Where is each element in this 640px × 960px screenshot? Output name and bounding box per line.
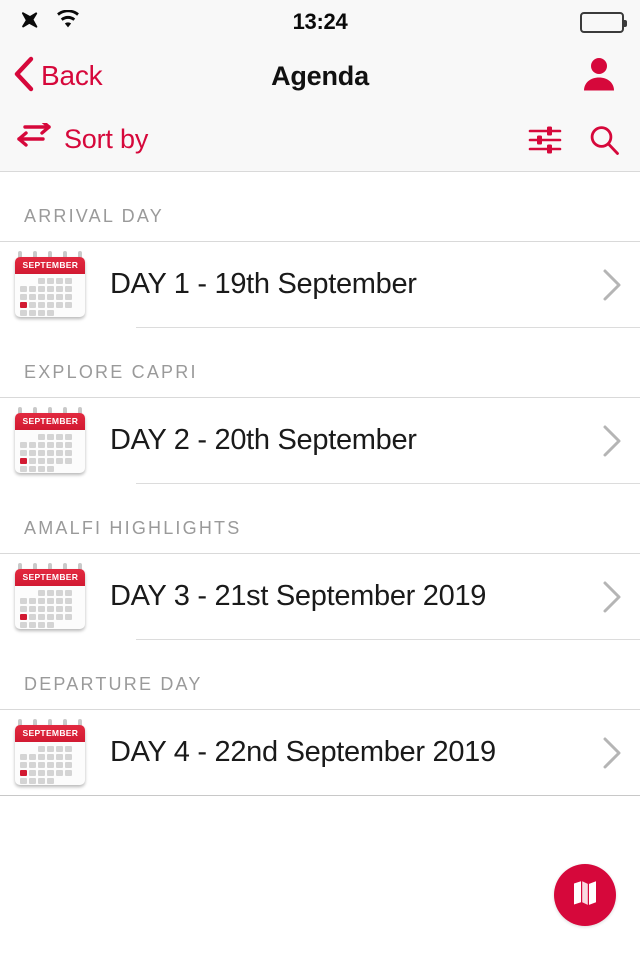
calendar-body: SEPTEMBER <box>15 412 85 473</box>
list-item[interactable]: SEPTEMBER DAY 1 - 19th September <box>0 241 640 327</box>
calendar-grid <box>15 742 85 785</box>
search-icon[interactable] <box>588 124 620 156</box>
calendar-grid <box>15 274 85 317</box>
navigation-bar: Back Agenda <box>0 44 640 108</box>
agenda-section: ARRIVAL DAY SEPTEMBER DAY 1 - 19th Septe… <box>0 172 640 328</box>
agenda-section: AMALFI HIGHLIGHTS SEPTEMBER DAY 3 - 21st… <box>0 484 640 640</box>
list-item-title: DAY 2 - 20th September <box>110 424 417 456</box>
calendar-header: SEPTEMBER <box>15 412 85 430</box>
back-button[interactable]: Back <box>0 56 103 97</box>
sort-by-button[interactable]: Sort by <box>0 119 149 156</box>
chevron-right-icon <box>584 580 640 614</box>
toolbar: Sort by <box>0 108 640 172</box>
calendar-header: SEPTEMBER <box>15 568 85 586</box>
calendar-grid <box>15 430 85 473</box>
section-header: DEPARTURE DAY <box>0 640 640 709</box>
battery-full-icon <box>580 11 627 33</box>
calendar-body: SEPTEMBER <box>15 724 85 785</box>
calendar-icon: SEPTEMBER <box>0 562 100 631</box>
chevron-right-icon <box>584 424 640 458</box>
status-bar-left <box>18 8 80 37</box>
profile-button[interactable] <box>580 55 618 98</box>
calendar-graphic: SEPTEMBER <box>11 406 89 475</box>
map-icon <box>570 878 600 913</box>
calendar-icon: SEPTEMBER <box>0 406 100 475</box>
agenda-section: EXPLORE CAPRI SEPTEMBER DAY 2 - 20th Sep… <box>0 328 640 484</box>
agenda-list: ARRIVAL DAY SEPTEMBER DAY 1 - 19th Septe… <box>0 172 640 796</box>
section-header: ARRIVAL DAY <box>0 172 640 241</box>
agenda-section: DEPARTURE DAY SEPTEMBER DAY 4 - 22nd Sep… <box>0 640 640 796</box>
person-icon <box>580 58 618 97</box>
status-bar-center: 13:24 <box>0 0 640 44</box>
calendar-month-label: SEPTEMBER <box>22 728 78 738</box>
section-header: EXPLORE CAPRI <box>0 328 640 397</box>
airplane-mode-icon <box>18 8 42 37</box>
sort-by-label: Sort by <box>64 124 149 154</box>
back-button-label: Back <box>41 60 103 91</box>
calendar-icon: SEPTEMBER <box>0 718 100 787</box>
list-item-title: DAY 4 - 22nd September 2019 <box>110 736 496 768</box>
app-screen: 13:24 Back Agenda Sort by ARRIVAL DAY SE… <box>0 0 640 960</box>
status-time: 13:24 <box>292 9 348 34</box>
wifi-icon <box>56 9 80 34</box>
list-item[interactable]: SEPTEMBER DAY 3 - 21st September 2019 <box>0 553 640 639</box>
section-header: AMALFI HIGHLIGHTS <box>0 484 640 553</box>
list-item[interactable]: SEPTEMBER DAY 4 - 22nd September 2019 <box>0 709 640 795</box>
calendar-body: SEPTEMBER <box>15 568 85 629</box>
chevron-right-icon <box>584 268 640 302</box>
calendar-graphic: SEPTEMBER <box>11 250 89 319</box>
list-item-title: DAY 1 - 19th September <box>110 268 417 300</box>
calendar-month-label: SEPTEMBER <box>22 416 78 426</box>
calendar-month-label: SEPTEMBER <box>22 572 78 582</box>
list-item-title: DAY 3 - 21st September 2019 <box>110 580 487 612</box>
calendar-header: SEPTEMBER <box>15 256 85 274</box>
calendar-body: SEPTEMBER <box>15 256 85 317</box>
calendar-month-label: SEPTEMBER <box>22 260 78 270</box>
list-item[interactable]: SEPTEMBER DAY 2 - 20th September <box>0 397 640 483</box>
chevron-right-icon <box>584 736 640 770</box>
status-bar-right <box>580 0 627 44</box>
map-button[interactable] <box>554 864 616 926</box>
calendar-icon: SEPTEMBER <box>0 250 100 319</box>
calendar-header: SEPTEMBER <box>15 724 85 742</box>
chevron-left-icon <box>12 56 36 97</box>
calendar-grid <box>15 586 85 629</box>
filter-sliders-icon[interactable] <box>528 123 562 157</box>
calendar-graphic: SEPTEMBER <box>11 562 89 631</box>
calendar-graphic: SEPTEMBER <box>11 718 89 787</box>
swap-arrows-icon <box>16 119 52 156</box>
list-bottom-separator <box>0 795 640 796</box>
toolbar-actions <box>528 123 620 157</box>
status-bar: 13:24 <box>0 0 640 44</box>
